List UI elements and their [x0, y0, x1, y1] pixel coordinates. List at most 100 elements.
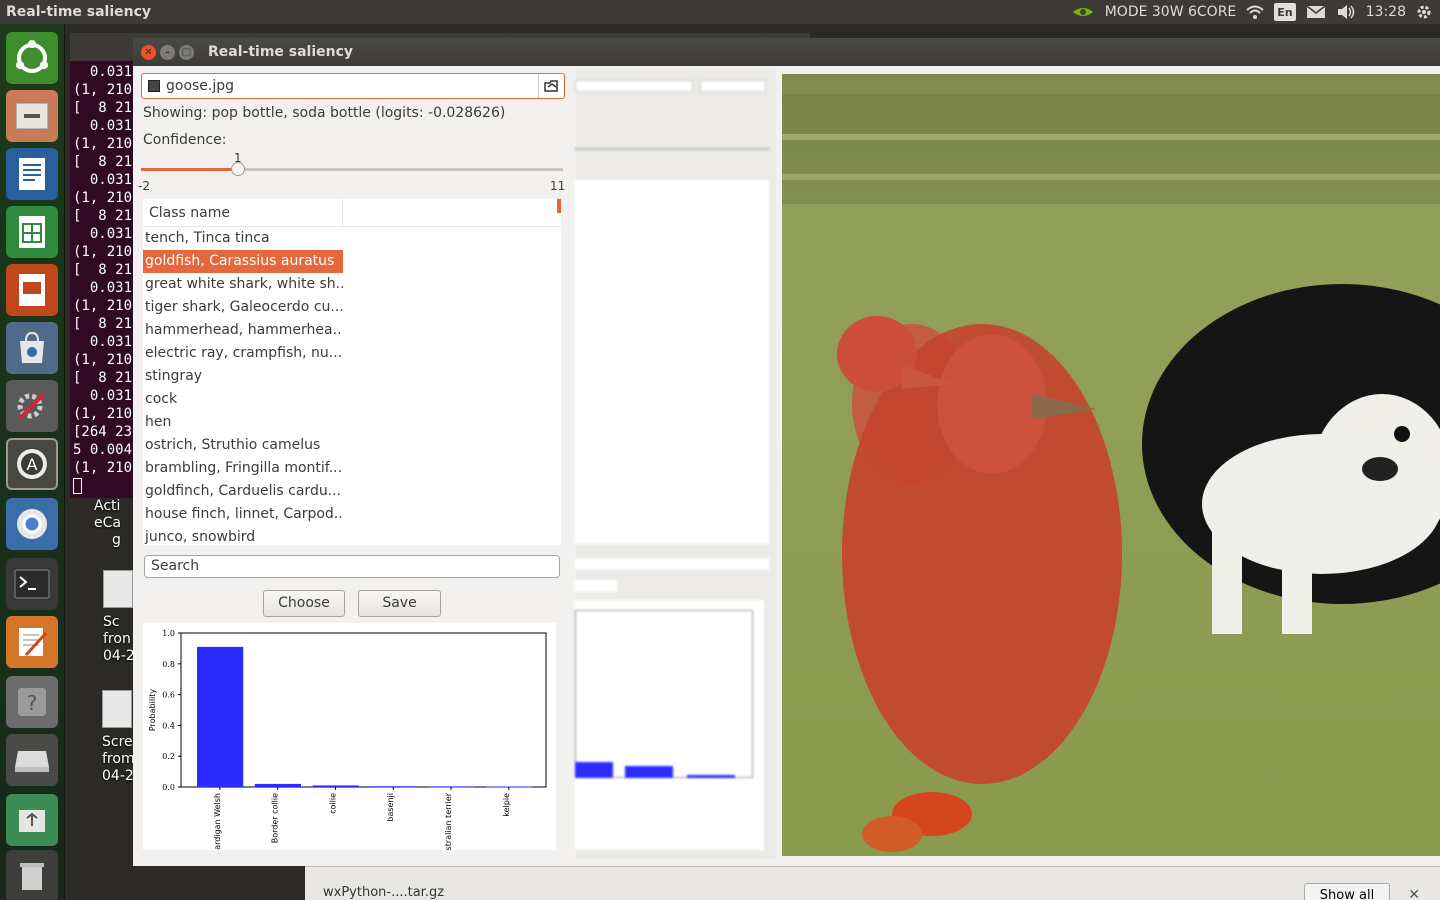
class-list-item[interactable]: tiger shark, Galeocerdo cu...: [143, 296, 343, 319]
active-window-title: Real-time saliency: [6, 4, 152, 20]
desktop-file-label: 04-2: [102, 768, 134, 784]
terminal-line: [ 8 21: [73, 262, 133, 278]
y-tick-label: 0.8: [162, 660, 175, 669]
writer-icon[interactable]: [6, 148, 58, 200]
files-icon[interactable]: [6, 90, 58, 142]
class-list-item[interactable]: hen: [143, 411, 343, 434]
trash-icon[interactable]: [6, 850, 58, 900]
usb-icon[interactable]: [6, 794, 58, 846]
terminal-icon[interactable]: [6, 558, 58, 610]
maximize-icon[interactable]: □: [179, 44, 194, 60]
class-list-item[interactable]: ostrich, Struthio camelus: [143, 434, 343, 457]
class-list-item[interactable]: goldfish, Carassius auratus: [143, 250, 343, 273]
desktop-screenshot-icon[interactable]: Sc fron 04-2: [103, 570, 135, 665]
class-list-item[interactable]: stingray: [143, 365, 343, 388]
power-mode-label[interactable]: MODE 30W 6CORE: [1105, 4, 1237, 20]
terminal-prompt: [73, 477, 132, 495]
desktop-screenshot-icon[interactable]: Scre from 04-2: [102, 690, 135, 785]
class-list-item[interactable]: junco, snowbird: [143, 526, 343, 545]
class-list-item[interactable]: hammerhead, hammerhea...: [143, 319, 343, 342]
column-header-empty[interactable]: [343, 199, 561, 226]
x-tick-label: basenji: [386, 793, 395, 822]
close-icon[interactable]: ✕: [1408, 887, 1420, 900]
terminal-line: [ 8 21: [73, 208, 133, 224]
class-list-item[interactable]: cock: [143, 388, 343, 411]
calc-icon[interactable]: [6, 206, 58, 258]
class-list-item[interactable]: electric ray, crampfish, nu...: [143, 342, 343, 365]
class-list-header: Class name: [143, 199, 561, 227]
drive-icon[interactable]: [6, 734, 58, 786]
minimize-icon[interactable]: –: [160, 44, 175, 60]
saliency-image: [782, 74, 1440, 856]
class-list-item[interactable]: goldfinch, Carduelis cardu...: [143, 480, 343, 503]
downloads-bar: wxPython-....tar.gz Show all ✕: [305, 866, 1440, 900]
desktop-file-label: 04-2: [103, 648, 135, 664]
blurred-bar: [575, 762, 613, 778]
slider-handle[interactable]: [231, 162, 246, 176]
volume-icon[interactable]: [1336, 3, 1356, 21]
showing-label: Showing: pop bottle, soda bottle (logits…: [143, 105, 506, 121]
screenshot-thumbnail: [102, 690, 132, 728]
chart-bar: [197, 646, 244, 787]
desktop-file-label: Sc: [103, 614, 120, 630]
terminal-line: 5 0.004: [73, 442, 133, 458]
desktop-file-icon[interactable]: Acti eCa g: [94, 498, 121, 549]
save-button[interactable]: Save: [358, 590, 441, 617]
class-list-item[interactable]: house finch, linnet, Carpod...: [143, 503, 343, 526]
confidence-slider[interactable]: [141, 168, 563, 171]
blurred-bar: [687, 775, 735, 778]
clock[interactable]: 13:28: [1366, 4, 1406, 20]
slider-fill: [141, 168, 239, 171]
ubuntu-dash-icon[interactable]: [6, 32, 58, 84]
svg-text:?: ?: [27, 691, 38, 715]
svg-text:A: A: [27, 455, 38, 474]
confidence-label: Confidence:: [143, 132, 227, 148]
chromium-icon[interactable]: [6, 498, 58, 550]
help-icon[interactable]: ?: [6, 676, 58, 728]
keyboard-layout-indicator[interactable]: En: [1274, 3, 1296, 21]
window-titlebar[interactable]: ✕ – □ Real-time saliency: [133, 38, 1440, 66]
software-updater-icon[interactable]: A: [6, 438, 58, 490]
nvidia-icon[interactable]: [1071, 3, 1095, 21]
system-settings-icon[interactable]: [6, 380, 58, 432]
terminal-line: [ 8 21: [73, 100, 133, 116]
text-editor-icon[interactable]: [6, 616, 58, 668]
desktop-file-label: g: [112, 532, 121, 548]
mail-icon[interactable]: [1306, 3, 1326, 21]
terminal-line: (1, 210: [73, 406, 133, 422]
blurred-browse-button: [700, 80, 766, 92]
search-input[interactable]: Search: [144, 555, 560, 578]
class-list[interactable]: Class name tench, Tinca tinca goldfish, C…: [143, 199, 561, 545]
choose-button[interactable]: Choose: [263, 590, 345, 617]
system-tray: MODE 30W 6CORE En 13:28: [1071, 0, 1440, 24]
terminal-line: 0.031: [73, 172, 133, 188]
impress-icon[interactable]: [6, 264, 58, 316]
show-all-button[interactable]: Show all: [1304, 883, 1390, 900]
blurred-file-field: [575, 80, 693, 92]
terminal-line: 0.031: [73, 118, 133, 134]
terminal-cursor: [73, 478, 82, 494]
class-list-item[interactable]: great white shark, white sh...: [143, 273, 343, 296]
software-center-icon[interactable]: [6, 322, 58, 374]
blurred-search: [575, 558, 769, 570]
terminal-line: [ 8 21: [73, 316, 133, 332]
terminal-line: 0.031: [73, 280, 133, 296]
column-header-class-name[interactable]: Class name: [143, 199, 343, 227]
class-list-item[interactable]: tench, Tinca tinca: [143, 227, 343, 250]
launcher: A ?: [0, 24, 65, 900]
gear-icon[interactable]: [1416, 3, 1432, 21]
close-icon[interactable]: ✕: [141, 44, 156, 60]
list-scrollbar[interactable]: [557, 199, 561, 213]
class-list-item[interactable]: brambling, Fringilla montif...: [143, 457, 343, 480]
folder-open-icon[interactable]: [538, 74, 564, 98]
desktop-file-label: fron: [103, 631, 131, 647]
screenshot-thumbnail: [103, 570, 133, 608]
terminal-line: 0.031: [73, 64, 133, 80]
wifi-icon[interactable]: [1246, 3, 1264, 21]
download-item[interactable]: wxPython-....tar.gz: [323, 885, 444, 900]
terminal-line: [ 8 21: [73, 154, 133, 170]
blurred-chart: [575, 600, 764, 850]
file-picker[interactable]: goose.jpg: [141, 73, 565, 99]
blurred-chart-frame: [575, 610, 753, 778]
terminal-line: (1, 210: [73, 82, 133, 98]
